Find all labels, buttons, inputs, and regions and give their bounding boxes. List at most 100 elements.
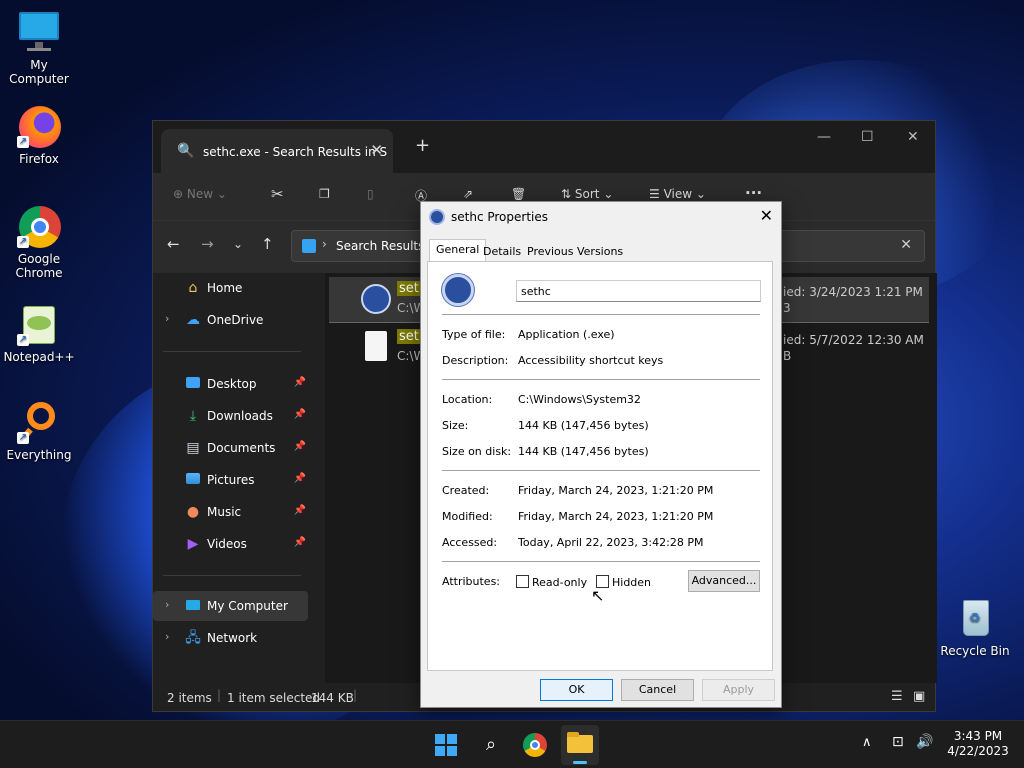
chevron-down-icon: ⌄ <box>695 187 706 201</box>
back-arrow-icon[interactable]: ← <box>167 235 180 253</box>
search-icon: 🔍 <box>177 143 195 159</box>
desktop-icon-label: Everything <box>6 448 72 462</box>
pin-icon[interactable]: 📌 <box>294 409 306 420</box>
navigation-pane: ⌂ Home › ☁ OneDrive Desktop 📌 ⤓ Download… <box>153 273 313 683</box>
network-status-icon[interactable]: ⊡ <box>892 734 904 750</box>
maximize-button[interactable]: ☐ <box>861 129 874 145</box>
description-value: Accessibility shortcut keys <box>518 354 664 367</box>
new-button[interactable]: ⊕ New ⌄ <box>173 187 227 201</box>
monitor-icon <box>17 10 61 54</box>
desktop-icon-recycle-bin[interactable]: ♻ Recycle Bin <box>937 596 1013 658</box>
tab-title: sethc.exe - Search Results in S <box>203 145 388 159</box>
video-icon: ▶ <box>187 536 199 552</box>
desktop-icon-label: My Computer <box>9 58 69 86</box>
sidebar-item-downloads[interactable]: ⤓ Downloads 📌 <box>153 401 308 431</box>
close-tab-icon[interactable]: ✕ <box>370 141 383 159</box>
desktop-icon-chrome[interactable]: ↗ Google Chrome <box>1 204 77 280</box>
status-separator: | <box>217 688 222 702</box>
created-label: Created: <box>442 484 490 497</box>
firefox-icon: ↗ <box>17 104 61 148</box>
section-divider <box>442 561 760 562</box>
pin-icon[interactable]: 📌 <box>294 537 306 548</box>
readonly-checkbox[interactable] <box>516 575 529 588</box>
pin-icon[interactable]: 📌 <box>294 377 306 388</box>
start-button[interactable] <box>432 731 460 759</box>
desktop-folder-icon <box>185 376 201 392</box>
properties-dialog: sethc Properties ✕ General Details Previ… <box>420 201 782 708</box>
minimize-button[interactable]: — <box>817 129 831 145</box>
taskbar-chrome-icon[interactable] <box>521 731 549 759</box>
tab-search-results[interactable]: 🔍 sethc.exe - Search Results in S ✕ <box>161 129 393 173</box>
pin-icon[interactable]: 📌 <box>294 505 306 516</box>
forward-arrow-icon[interactable]: → <box>201 235 214 253</box>
sidebar-item-pictures[interactable]: Pictures 📌 <box>153 465 308 495</box>
hidden-label[interactable]: Hidden <box>612 576 651 589</box>
shortcut-arrow-icon: ↗ <box>17 236 29 248</box>
volume-icon[interactable]: 🔊 <box>916 734 933 750</box>
recent-chevron-icon[interactable]: ⌄ <box>233 237 243 251</box>
network-icon: 🖧 <box>185 630 201 646</box>
pictures-icon <box>185 472 201 488</box>
advanced-button[interactable]: Advanced... <box>688 570 760 592</box>
up-arrow-icon[interactable]: ↑ <box>261 235 274 253</box>
accessibility-exe-icon <box>361 284 391 314</box>
sidebar-item-home[interactable]: ⌂ Home <box>153 273 308 303</box>
tab-details[interactable]: Details <box>477 242 527 262</box>
desktop-icon-everything[interactable]: ↗ Everything <box>1 400 77 462</box>
sidebar-divider <box>163 575 301 576</box>
tab-previous-versions[interactable]: Previous Versions <box>521 242 629 262</box>
readonly-label[interactable]: Read-only <box>532 576 587 589</box>
desktop-icon-notepadpp[interactable]: ↗ Notepad++ <box>1 302 77 364</box>
taskbar: ⌕ ∧ ⊡ 🔊 3:43 PM 4/22/2023 <box>0 720 1024 768</box>
details-view-icon[interactable]: ☰ <box>891 689 903 704</box>
file-name-input[interactable] <box>516 280 761 302</box>
view-button[interactable]: ☰ View ⌄ <box>649 187 706 201</box>
close-window-button[interactable]: ✕ <box>907 129 919 145</box>
chevron-right-icon[interactable]: › <box>165 312 169 325</box>
sidebar-item-documents[interactable]: ▤ Documents 📌 <box>153 433 308 463</box>
chevron-right-icon[interactable]: › <box>165 630 169 643</box>
sidebar-label: Documents <box>207 441 276 455</box>
tab-bar: 🔍 sethc.exe - Search Results in S ✕ + — … <box>153 121 935 173</box>
cut-icon[interactable]: ✂ <box>271 185 284 203</box>
pin-icon[interactable]: 📌 <box>294 473 306 484</box>
clock[interactable]: 3:43 PM 4/22/2023 <box>942 729 1014 759</box>
sidebar-item-my-computer[interactable]: › My Computer <box>153 591 308 621</box>
desktop-icon-label: Firefox <box>19 152 59 166</box>
sidebar-label: Pictures <box>207 473 255 487</box>
clock-date: 4/22/2023 <box>947 744 1009 758</box>
sidebar-item-desktop[interactable]: Desktop 📌 <box>153 369 308 399</box>
new-tab-button[interactable]: + <box>415 135 430 156</box>
cancel-button[interactable]: Cancel <box>621 679 694 701</box>
chevron-right-icon[interactable]: › <box>165 598 169 611</box>
status-separator: | <box>353 688 358 702</box>
apply-button[interactable]: Apply <box>702 679 775 701</box>
sidebar-item-network[interactable]: › 🖧 Network <box>153 623 308 653</box>
sidebar-item-music[interactable]: ● Music 📌 <box>153 497 308 527</box>
paste-icon[interactable]: ▯ <box>367 187 374 201</box>
sidebar-label: Downloads <box>207 409 273 423</box>
taskbar-search-icon[interactable]: ⌕ <box>477 731 505 759</box>
show-hidden-icons-chevron[interactable]: ∧ <box>862 735 872 750</box>
sort-button[interactable]: ⇅ Sort ⌄ <box>561 187 613 201</box>
tiles-view-icon[interactable]: ▣ <box>913 689 925 704</box>
sidebar-item-videos[interactable]: ▶ Videos 📌 <box>153 529 308 559</box>
desktop-icon-my-computer[interactable]: My Computer <box>1 10 77 86</box>
share-icon[interactable]: ⇗ <box>463 187 473 201</box>
attributes-label: Attributes: <box>442 575 501 588</box>
close-dialog-button[interactable]: ✕ <box>760 206 773 225</box>
ok-button[interactable]: OK <box>540 679 613 701</box>
shortcut-arrow-icon: ↗ <box>17 136 29 148</box>
taskbar-file-explorer-icon[interactable] <box>561 725 599 765</box>
more-options-button[interactable]: ··· <box>745 184 762 202</box>
location-value: C:\Windows\System32 <box>518 393 641 406</box>
sidebar-item-onedrive[interactable]: › ☁ OneDrive <box>153 305 308 335</box>
dialog-title: sethc Properties <box>451 210 549 224</box>
pin-icon[interactable]: 📌 <box>294 441 306 452</box>
delete-icon[interactable]: 🗑 <box>511 187 526 201</box>
desktop-icon-firefox[interactable]: ↗ Firefox <box>1 104 77 166</box>
view-icon: ☰ <box>649 187 660 201</box>
clear-search-icon[interactable]: ✕ <box>900 237 912 253</box>
file-modified: ied: 5/7/2022 12:30 AM <box>783 333 924 347</box>
copy-icon[interactable]: ❐ <box>319 187 330 201</box>
